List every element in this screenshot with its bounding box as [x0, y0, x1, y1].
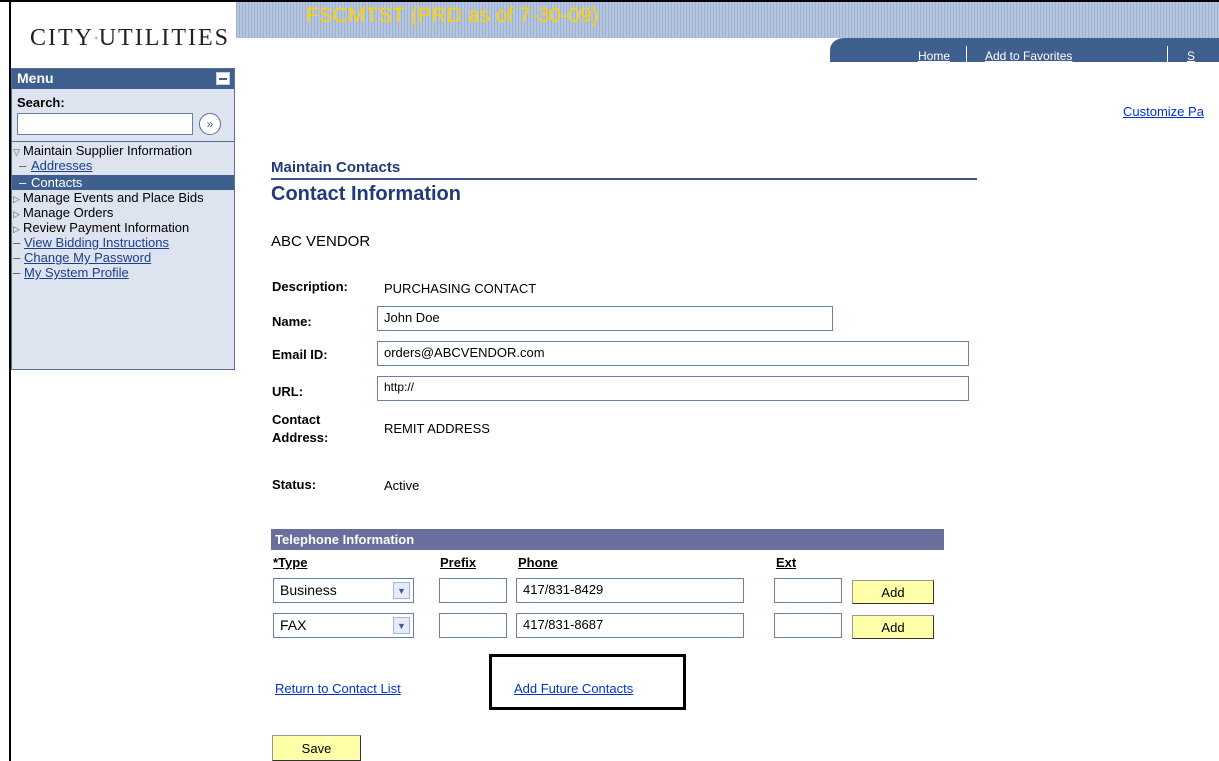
name-field[interactable]: John Doe — [377, 306, 833, 331]
customize-page-link[interactable]: Customize Pa — [1123, 104, 1204, 119]
menu-item-label: Maintain Supplier Information — [23, 143, 193, 158]
email-field[interactable]: orders@ABCVENDOR.com — [377, 341, 969, 366]
sign-out-link[interactable]: S — [1187, 49, 1195, 63]
page-title: Contact Information — [271, 183, 461, 205]
chevron-down-icon[interactable]: ▼ — [393, 582, 410, 599]
menu-item-addresses[interactable]: Addresses — [12, 158, 234, 173]
logo-text-city: CITY — [30, 24, 94, 51]
annotation-highlight-box — [489, 654, 686, 710]
column-header-type[interactable]: *Type — [273, 555, 307, 570]
contact-address-label: Contact Address: — [272, 411, 328, 447]
column-header-phone[interactable]: Phone — [518, 555, 558, 570]
add-to-favorites-link[interactable]: Add to Favorites — [985, 49, 1072, 63]
contact-address-value: REMIT ADDRESS — [384, 421, 490, 436]
collapse-icon[interactable] — [216, 72, 230, 85]
menu-item-view-bidding[interactable]: View Bidding Instructions — [12, 235, 234, 250]
menu-divider — [12, 141, 234, 142]
email-label: Email ID: — [272, 347, 328, 362]
menu-item-manage-events[interactable]: ▷ Manage Events and Place Bids — [12, 190, 234, 205]
menu-title: Menu — [17, 70, 54, 86]
menu-search-input[interactable] — [17, 113, 193, 135]
menu-tree: ▽ Maintain Supplier Information Addresse… — [12, 143, 234, 280]
ext-input[interactable] — [774, 578, 842, 603]
menu-pane: Menu Search: » ▽ Maintain Supplier Infor… — [11, 68, 235, 370]
logo-text-utilities: UTILITIES — [98, 24, 230, 51]
menu-item-manage-orders[interactable]: ▷ Manage Orders — [12, 205, 234, 220]
menu-item-change-password[interactable]: Change My Password — [12, 250, 234, 265]
name-label: Name: — [272, 314, 312, 329]
url-label: URL: — [272, 384, 304, 399]
status-value: Active — [384, 478, 420, 493]
add-phone-button[interactable]: Add — [852, 615, 934, 639]
phone-input[interactable]: 417/831-8429 — [516, 578, 744, 603]
phone-type-value: Business — [280, 582, 337, 598]
status-label: Status: — [272, 477, 317, 492]
phone-type-value: FAX — [280, 617, 307, 633]
menu-item-label: Manage Orders — [23, 205, 114, 220]
menu-item-contacts[interactable]: Contacts — [12, 175, 234, 190]
phone-type-select[interactable]: FAX ▼ — [273, 613, 414, 638]
environment-title: FSCMTST (PRD as of 7-30-09) — [306, 4, 599, 27]
save-button[interactable]: Save — [272, 735, 361, 761]
city-utilities-logo: CITY UTILITIES — [30, 18, 230, 58]
nav-separator — [1167, 46, 1168, 62]
description-label: Description: — [272, 279, 348, 294]
prefix-input[interactable] — [439, 613, 507, 638]
header-banner: FSCMTST (PRD as of 7-30-09) — [236, 2, 1219, 38]
return-to-contact-list-link[interactable]: Return to Contact List — [275, 681, 401, 696]
chevron-down-icon[interactable]: ▼ — [393, 617, 410, 634]
vendor-name: ABC VENDOR — [271, 233, 371, 250]
menu-item-review-payment[interactable]: ▷ Review Payment Information — [12, 220, 234, 235]
column-header-prefix[interactable]: Prefix — [440, 555, 476, 570]
title-divider — [271, 178, 977, 180]
menu-item-label: Review Payment Information — [23, 220, 190, 235]
nav-separator — [966, 46, 967, 62]
menu-item-label: Manage Events and Place Bids — [23, 190, 204, 205]
phone-type-select[interactable]: Business ▼ — [273, 578, 414, 603]
description-value: PURCHASING CONTACT — [384, 281, 537, 296]
prefix-input[interactable] — [439, 578, 507, 603]
telephone-grid-header: Telephone Information — [271, 529, 944, 550]
menu-item-maintain-supplier[interactable]: ▽ Maintain Supplier Information — [12, 143, 234, 158]
add-phone-button[interactable]: Add — [852, 580, 934, 604]
breadcrumb: Maintain Contacts — [271, 159, 401, 176]
contact-address-label-line: Contact — [272, 412, 321, 427]
contact-address-label-line: Address: — [272, 430, 329, 445]
ext-input[interactable] — [774, 613, 842, 638]
logo-diamond-icon — [95, 36, 98, 40]
menu-item-system-profile[interactable]: My System Profile — [12, 265, 234, 280]
search-go-icon[interactable]: » — [199, 113, 221, 135]
top-nav-bar: Home Add to Favorites S — [830, 38, 1219, 63]
phone-input[interactable]: 417/831-8687 — [516, 613, 744, 638]
column-header-ext[interactable]: Ext — [776, 555, 796, 570]
home-link[interactable]: Home — [918, 49, 950, 63]
menu-header: Menu — [12, 69, 234, 89]
search-label: Search: — [17, 95, 65, 110]
url-field[interactable]: http:// — [377, 376, 969, 401]
